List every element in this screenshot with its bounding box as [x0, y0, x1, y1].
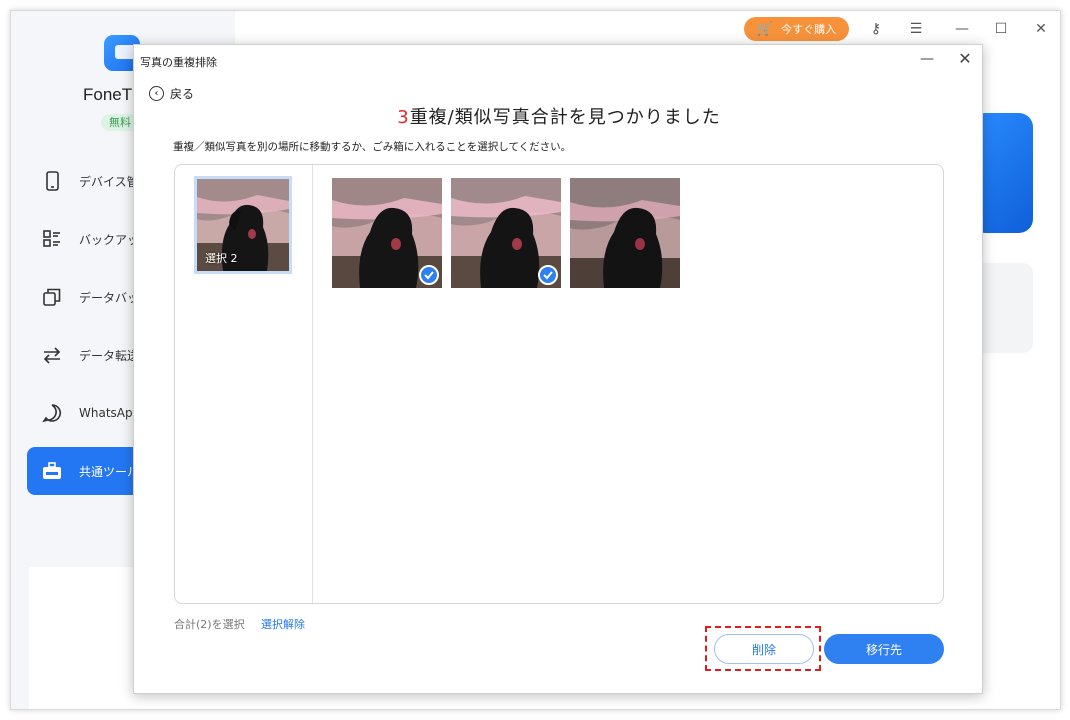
photo-tile[interactable]: [451, 178, 561, 288]
dialog-title: 写真の重複排除: [140, 56, 217, 69]
result-heading: 3重複/類似写真合計を見つかりました: [134, 103, 984, 129]
deselect-link[interactable]: 選択解除: [261, 616, 305, 632]
back-button[interactable]: ‹ 戻る: [149, 85, 194, 102]
close-window-button[interactable]: ✕: [1032, 20, 1050, 38]
menu-icon[interactable]: ☰: [907, 20, 925, 38]
heading-text: 重複/類似写真合計を見つかりました: [409, 107, 721, 128]
photo-panel: 選択 2: [174, 164, 944, 604]
duplicate-photos-dialog: 写真の重複排除 — ✕ ‹ 戻る 3重複/類似写真合計を見つかりました 重複／類…: [133, 44, 983, 694]
delete-button[interactable]: 削除: [714, 634, 814, 664]
photo-tile[interactable]: [332, 178, 442, 288]
sidebar-item-label: WhatsApp: [79, 406, 141, 420]
app-name: FoneT: [83, 85, 133, 104]
sidebar-item-label: 共通ツール: [79, 464, 140, 479]
buy-now-label: 今すぐ購入: [781, 23, 837, 36]
photo-group-thumbnail[interactable]: 選択 2: [194, 176, 292, 274]
transfer-icon: [41, 344, 63, 366]
sidebar-item-label: データバッ: [79, 290, 140, 305]
maximize-window-button[interactable]: ☐: [992, 20, 1010, 38]
duplicate-count: 3: [397, 107, 410, 128]
phone-icon: [41, 170, 63, 192]
checked-icon[interactable]: [538, 265, 558, 285]
dog-photo: [570, 178, 680, 288]
cart-icon: 🛒: [756, 21, 774, 37]
move-to-button[interactable]: 移行先: [824, 634, 944, 664]
sidebar-item-label: デバイス管: [79, 174, 139, 189]
minimize-window-button[interactable]: —: [953, 20, 971, 38]
back-label: 戻る: [170, 87, 195, 101]
sidebar-item-label: バックアッ: [79, 232, 140, 247]
dialog-minimize-button[interactable]: —: [919, 51, 935, 67]
back-arrow-icon: ‹: [149, 86, 164, 101]
dialog-close-button[interactable]: ✕: [956, 49, 974, 68]
copy-icon: [41, 286, 63, 308]
key-icon[interactable]: ⚷: [867, 20, 885, 38]
group-label: 選択 2: [205, 252, 238, 265]
selection-count: 合計(2)を選択: [174, 618, 245, 631]
photo-tile[interactable]: [570, 178, 680, 288]
chat-icon: [41, 402, 63, 424]
sidebar-item-label: データ転送: [79, 348, 140, 363]
instruction-text: 重複／類似写真を別の場所に移動するか、ごみ箱に入れることを選択してください。: [173, 141, 572, 153]
group-list: 選択 2: [175, 165, 313, 603]
list-icon: [41, 228, 63, 250]
checked-icon[interactable]: [419, 265, 439, 285]
toolbox-icon: [41, 460, 63, 482]
buy-now-button[interactable]: 🛒 今すぐ購入: [744, 17, 849, 41]
